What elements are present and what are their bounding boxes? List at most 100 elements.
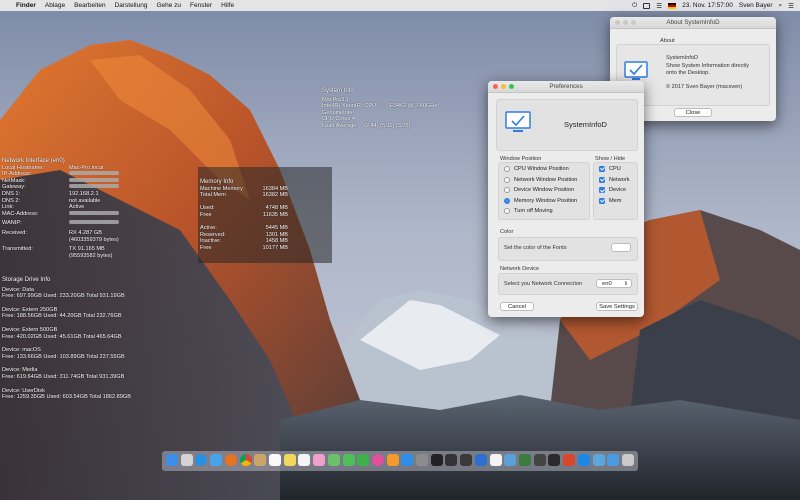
memory-row: Total Mem 16382 MB	[200, 192, 288, 199]
about-titlebar[interactable]: About SystemInfoD	[610, 17, 776, 29]
contacts-icon[interactable]	[254, 454, 267, 466]
color-title: Color	[500, 229, 514, 235]
radio-label: Memory Window Position	[514, 197, 578, 204]
chrome-icon[interactable]	[239, 454, 252, 466]
ccleaner-icon[interactable]	[563, 454, 576, 466]
system-cpu-model: E5462 @ 2.80GHz	[390, 103, 438, 110]
load-label: Load Average:	[322, 122, 358, 129]
show-hide-checkbox[interactable]: CPU	[599, 166, 621, 172]
appstore-icon[interactable]	[401, 454, 414, 466]
quicktime-icon[interactable]	[548, 454, 561, 466]
radio-icon	[504, 166, 510, 172]
menu-user[interactable]: Sven Bayer	[739, 2, 773, 9]
menu-gehe-zu[interactable]: Gehe zu	[156, 2, 181, 9]
memory-row-label: Total Mem	[200, 192, 226, 199]
reminders-icon[interactable]	[298, 454, 311, 466]
memory-row: Free 11635 MB	[200, 212, 288, 219]
network-row: DNS 2: not available	[2, 198, 119, 205]
trash-icon[interactable]	[622, 454, 634, 466]
radio-label: CPU Window Position	[514, 166, 569, 172]
menu-hilfe[interactable]: Hilfe	[221, 2, 234, 9]
photos-icon[interactable]	[313, 454, 326, 466]
launchpad-icon[interactable]	[180, 454, 193, 466]
show-hide-checkbox[interactable]: Device	[599, 187, 626, 194]
minimize-icon[interactable]	[501, 84, 506, 89]
close-icon[interactable]	[493, 84, 498, 89]
atom-icon[interactable]	[519, 454, 532, 466]
memory-row-label: Free	[200, 211, 212, 218]
menu-darstellung[interactable]: Darstellung	[115, 2, 148, 9]
drive-stats: Free: 420.02GB Used: 45.61GB Total 465.6…	[2, 333, 122, 340]
calendar-icon[interactable]	[268, 454, 281, 466]
transmitted-value: TX 91.165 MB	[69, 246, 105, 253]
font-color-well[interactable]	[611, 243, 631, 252]
facetime-icon[interactable]	[357, 454, 370, 466]
storage-overlay: Storage Drive Info Device: Data Free: 697…	[2, 277, 131, 408]
camera-icon[interactable]	[533, 454, 546, 466]
list-icon[interactable]: ☰	[656, 2, 662, 10]
mail-icon[interactable]	[210, 454, 223, 466]
drive-entry: Device: Extern 500GB Free: 420.02GB Used:…	[2, 327, 131, 340]
network-device-select[interactable]: en0 ⇕	[596, 279, 632, 288]
ibooks-icon[interactable]	[386, 454, 399, 466]
input-source-flag-icon[interactable]	[668, 2, 677, 9]
drive-stats: Free: 619.64GB Used: 311.74GB Total 931.…	[2, 373, 125, 380]
xcode-icon[interactable]	[474, 454, 487, 466]
network-row-value: Active	[69, 204, 85, 211]
spotlight-icon[interactable]: ⌕	[779, 2, 783, 10]
window-position-radio[interactable]: Device Window Position	[504, 187, 574, 194]
menu-finder[interactable]: Finder	[16, 2, 36, 9]
checkbox-label: CPU	[609, 166, 621, 172]
display-icon[interactable]	[643, 2, 651, 9]
terminal-icon[interactable]	[430, 454, 443, 466]
network-device-title: Network Device	[500, 266, 540, 272]
transmitted-bytes: (95593582 bytes)	[69, 252, 113, 259]
window-position-radio[interactable]: CPU Window Position	[504, 166, 569, 172]
menu-bearbeiten[interactable]: Bearbeiten	[74, 2, 105, 9]
network-row-value: Mac-Pro.local	[69, 164, 104, 171]
activity-icon[interactable]	[460, 454, 473, 466]
memory-overlay: Memory Info Machine Memory 16384 MB Total …	[198, 167, 332, 263]
settings-icon[interactable]	[416, 454, 429, 466]
itunes-icon[interactable]	[371, 454, 384, 466]
preferences-titlebar[interactable]: Preferences	[488, 81, 644, 93]
save-settings-button[interactable]: Save Settings	[596, 302, 638, 311]
preview-icon[interactable]	[504, 454, 517, 466]
show-hide-checkbox[interactable]: Mem	[599, 197, 621, 204]
folder-icon[interactable]	[592, 454, 605, 466]
drive-stats: Free: 133.66GB Used: 103.89GB Total 237.…	[2, 353, 125, 360]
system-info-title: System Info	[322, 88, 354, 94]
messages-icon[interactable]	[342, 454, 355, 466]
firefox-icon[interactable]	[224, 454, 237, 466]
minimize-icon[interactable]	[623, 20, 628, 25]
downloads-icon[interactable]	[607, 454, 620, 466]
console-icon[interactable]	[445, 454, 458, 466]
finder-icon[interactable]	[166, 454, 178, 466]
transmitted-label: Transmitted:	[2, 246, 33, 253]
zoom-icon[interactable]	[631, 20, 636, 25]
memory-row-value: 5445 MB	[265, 225, 288, 232]
zoom-icon[interactable]	[509, 84, 514, 89]
show-hide-checkbox[interactable]: Network	[599, 176, 630, 183]
menu-ablage[interactable]: Ablage	[45, 2, 65, 9]
close-icon[interactable]	[615, 20, 620, 25]
storage-title: Storage Drive Info	[2, 277, 51, 283]
menu-extras: ⏻ ☰ 23. Nov. 17:57:00 Sven Bayer ⌕ ☰	[626, 0, 794, 11]
menu-fenster[interactable]: Fenster	[190, 2, 212, 9]
cancel-button[interactable]: Cancel	[500, 302, 534, 311]
menu-clock[interactable]: 23. Nov. 17:57:00	[682, 2, 733, 9]
radio-icon	[504, 208, 510, 215]
window-position-radio[interactable]: Network Window Position	[504, 176, 577, 183]
battery-icon[interactable]: ⏻	[632, 2, 637, 10]
network-row: DNS 1: 192.168.2.1	[2, 191, 119, 198]
received-label: Received:	[2, 229, 27, 236]
maps-icon[interactable]	[327, 454, 340, 466]
window-position-radio[interactable]: Turn off Moving	[504, 208, 553, 215]
window-position-radio[interactable]: Memory Window Position	[504, 197, 578, 204]
preferences-title: Preferences	[549, 83, 583, 90]
close-button[interactable]: Close	[674, 108, 712, 117]
systeminfod-icon[interactable]	[577, 454, 590, 466]
textedit-icon[interactable]	[489, 454, 502, 466]
notes-icon[interactable]	[283, 454, 296, 466]
notification-icon[interactable]: ☰	[788, 2, 794, 10]
